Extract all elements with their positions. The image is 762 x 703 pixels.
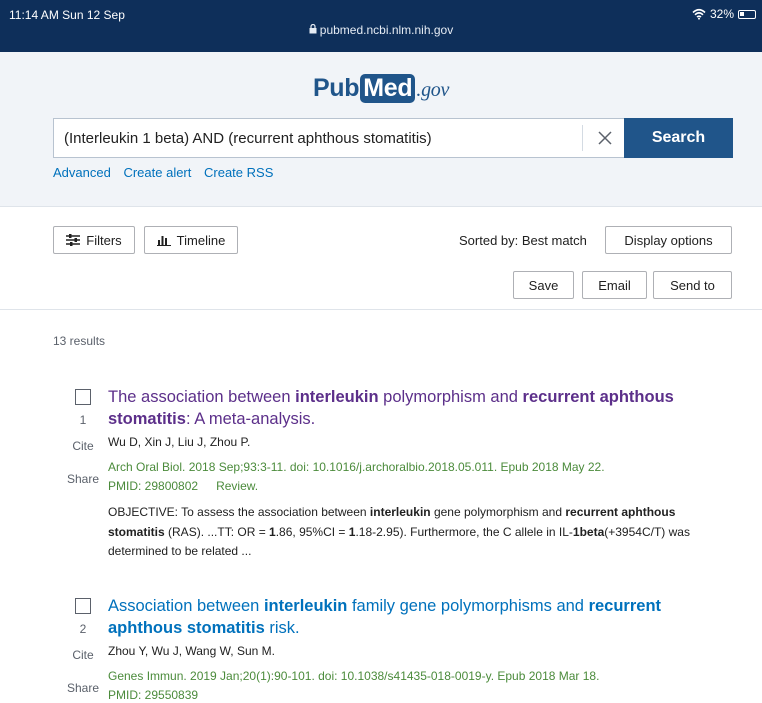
send-to-button[interactable]: Send to	[653, 271, 732, 299]
pubmed-logo[interactable]: Pub Med .gov	[0, 74, 762, 103]
result-title[interactable]: The association between interleukin poly…	[108, 386, 728, 430]
status-indicators: 32%	[692, 7, 756, 21]
timeline-button[interactable]: Timeline	[144, 226, 238, 254]
highlighted-term: interleukin	[263, 597, 348, 615]
result-title[interactable]: Association between interleukin family g…	[108, 595, 728, 639]
sort-order: Sorted by: Best match	[459, 233, 587, 248]
battery-icon	[738, 9, 756, 19]
save-button[interactable]: Save	[513, 271, 574, 299]
result-citation: Arch Oral Biol. 2018 Sep;93:3-11. doi: 1…	[108, 458, 738, 496]
citation-text: Genes Immun. 2019 Jan;20(1):90-101. doi:…	[108, 669, 600, 683]
result-checkbox[interactable]	[75, 598, 91, 614]
create-rss-link[interactable]: Create RSS	[204, 165, 273, 180]
advanced-link[interactable]: Advanced	[53, 165, 111, 180]
search-links: Advanced Create alert Create RSS	[53, 165, 282, 180]
clear-search-button[interactable]	[582, 125, 626, 151]
close-icon	[597, 131, 612, 145]
highlighted-term: 1	[269, 524, 276, 539]
logo-gov: .gov	[416, 79, 450, 101]
share-button[interactable]: Share	[60, 472, 106, 486]
url-text: pubmed.ncbi.nlm.nih.gov	[319, 23, 454, 37]
publication-type: Review.	[216, 479, 259, 493]
highlighted-term: interleukin	[369, 505, 431, 519]
lock-icon	[309, 23, 317, 37]
text-segment: .86, 95%CI =	[275, 524, 349, 539]
create-alert-link[interactable]: Create alert	[123, 165, 191, 180]
address-bar[interactable]: pubmed.ncbi.nlm.nih.gov	[0, 23, 762, 37]
bar-chart-icon	[156, 236, 171, 246]
result-rank: 2	[79, 622, 87, 636]
cite-button[interactable]: Cite	[60, 439, 106, 453]
text-segment: OBJECTIVE: To assess the association bet…	[108, 505, 370, 519]
cite-button[interactable]: Cite	[60, 648, 106, 662]
share-button[interactable]: Share	[60, 681, 106, 695]
highlighted-term: 1beta	[572, 524, 605, 539]
status-time: 11:14 AM Sun 12 Sep	[9, 8, 125, 22]
text-segment: risk.	[264, 619, 300, 637]
wifi-icon	[692, 8, 706, 20]
pmid: PMID: 29800802	[108, 479, 199, 493]
text-segment: family gene polymorphisms and	[347, 597, 589, 615]
citation-text: Arch Oral Biol. 2018 Sep;93:3-11. doi: 1…	[108, 460, 605, 474]
logo-med: Med	[360, 74, 416, 103]
results-count: 13 results	[53, 334, 106, 348]
result-checkbox[interactable]	[75, 389, 91, 405]
divider	[0, 309, 762, 310]
text-segment: The association between	[108, 388, 296, 406]
result-rank: 1	[79, 413, 87, 427]
result-snippet: OBJECTIVE: To assess the association bet…	[108, 503, 728, 562]
highlighted-term: interleukin	[295, 388, 379, 406]
result-authors: Zhou Y, Wu J, Wang W, Sun M.	[108, 644, 275, 658]
result-citation: Genes Immun. 2019 Jan;20(1):90-101. doi:…	[108, 667, 738, 703]
text-segment: polymorphism and	[378, 388, 523, 406]
filters-label: Filters	[86, 232, 122, 248]
result-authors: Wu D, Xin J, Liu J, Zhou P.	[108, 435, 251, 449]
logo-pub: Pub	[312, 74, 360, 102]
search-button[interactable]: Search	[624, 118, 733, 158]
text-segment: Association between	[108, 597, 264, 615]
filters-button[interactable]: Filters	[53, 226, 135, 254]
timeline-label: Timeline	[176, 232, 226, 248]
search-header: PubMed.gov Search Advanced Create alert …	[0, 52, 762, 207]
sliders-icon	[66, 234, 81, 246]
display-options-button[interactable]: Display options	[605, 226, 732, 254]
status-bar: 11:14 AM Sun 12 Sep pubmed.ncbi.nlm.nih.…	[0, 0, 762, 52]
pmid: PMID: 29550839	[108, 688, 199, 702]
text-segment: gene polymorphism and	[430, 505, 566, 519]
search-input[interactable]	[64, 119, 579, 157]
email-button[interactable]: Email	[582, 271, 647, 299]
search-box	[53, 118, 626, 158]
battery-percent: 32%	[709, 7, 734, 21]
text-segment: : A meta-analysis.	[185, 410, 316, 428]
text-segment: (RAS). ...TT: OR =	[164, 524, 270, 539]
text-segment: .18-2.95). Furthermore, the C allele in …	[355, 524, 573, 539]
